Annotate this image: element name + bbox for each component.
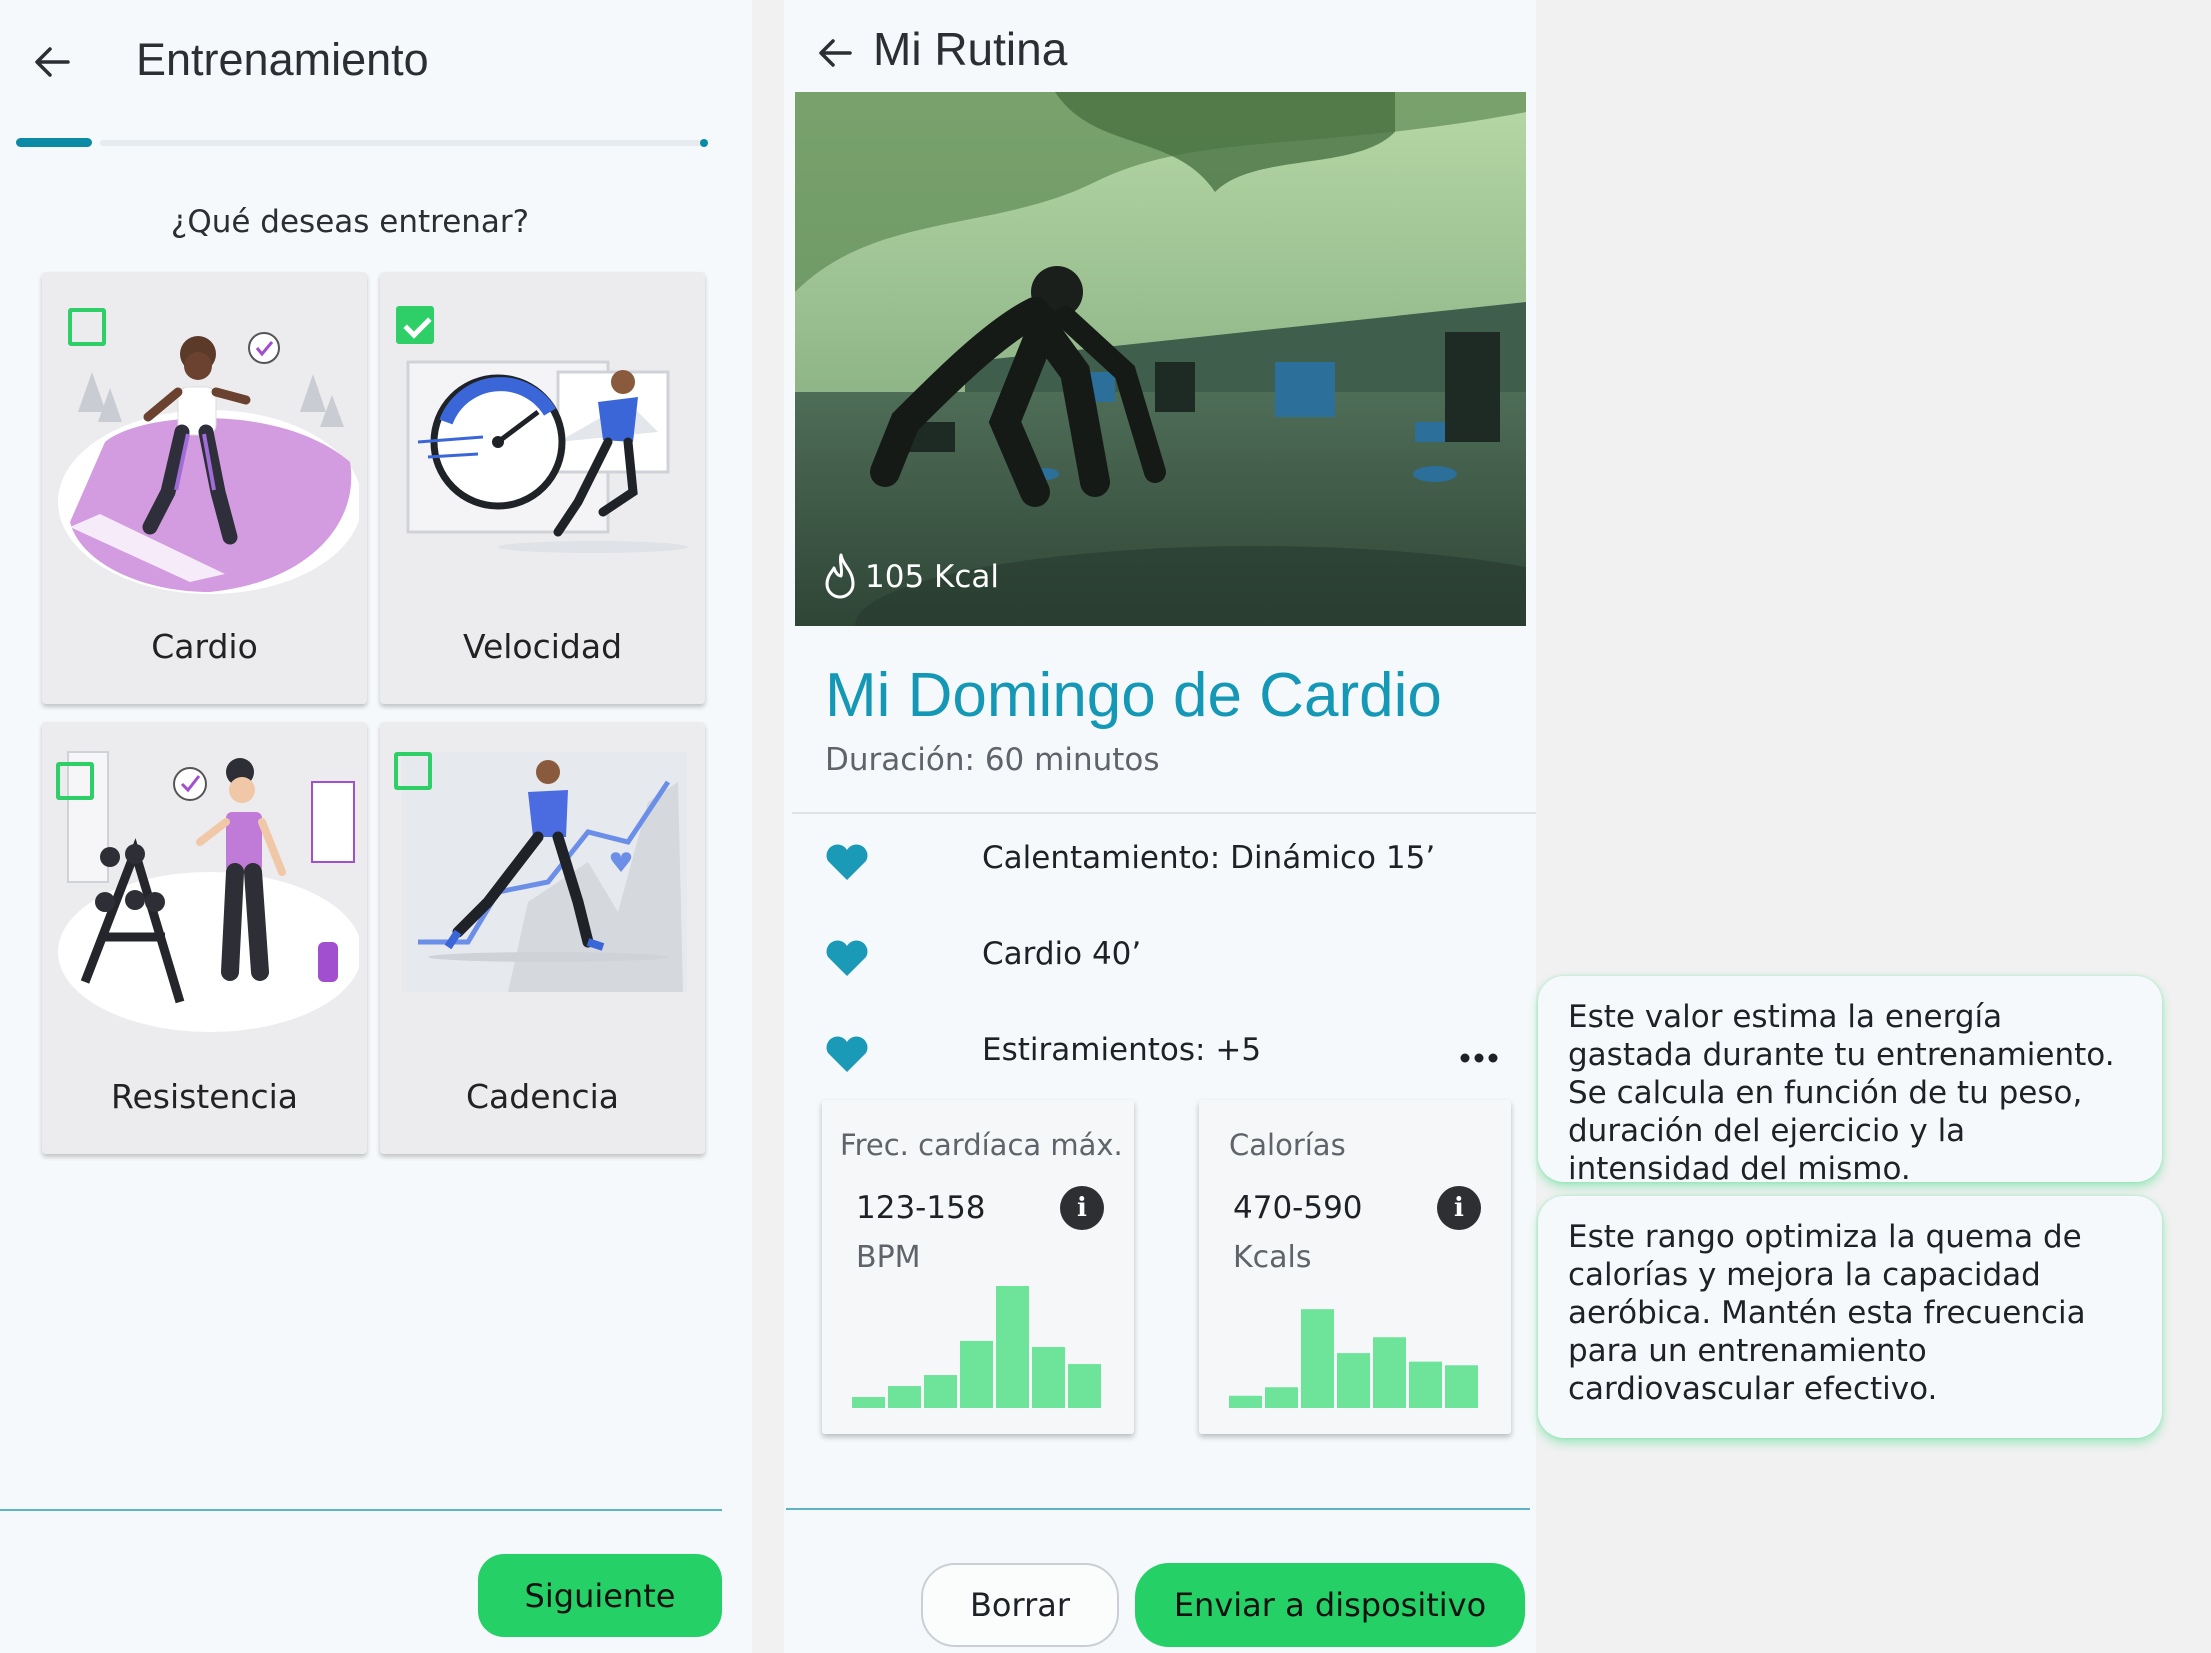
histogram-bar [1265,1387,1298,1408]
option-label-cardio: Cardio [151,627,258,666]
routine-photo: 105 Kcal [795,92,1526,626]
heart-icon [826,844,868,880]
delete-button[interactable]: Borrar [921,1563,1119,1647]
routine-item: Estiramientos: +5 [824,1028,1504,1076]
routine-item-text: Cardio 40’ [982,936,1142,972]
question-text: ¿Qué deseas entrenar? [170,204,530,240]
histogram-bar [1409,1361,1442,1408]
progress-fill [16,138,92,147]
routine-name: Mi Domingo de Cardio [825,661,1442,730]
stat-unit: Kcals [1233,1240,1312,1275]
routine-duration: Duración: 60 minutos [825,742,1160,778]
page-title: Entrenamiento [136,34,429,85]
training-selection-screen: Entrenamiento ¿Qué deseas entrenar? Card… [0,0,752,1653]
option-checkbox-velocidad[interactable] [396,306,434,344]
back-arrow-icon[interactable] [30,40,74,84]
stat-unit: BPM [856,1240,921,1275]
option-card-cardio[interactable]: Cardio [42,272,367,704]
option-checkbox-resistencia[interactable] [56,762,94,800]
calories-card: Calorías 470-590 Kcals i [1199,1100,1511,1434]
option-card-velocidad[interactable]: Velocidad [380,272,705,704]
histogram-bar [960,1340,993,1408]
option-label-cadencia: Cadencia [466,1077,619,1116]
routine-item: Cardio 40’ [824,932,1504,980]
stat-value: 123-158 [856,1190,986,1226]
heart-icon [826,1036,868,1072]
calories-histogram [1229,1309,1478,1408]
next-button[interactable]: Siguiente [478,1554,722,1637]
histogram-bar [1032,1347,1065,1408]
speed-illustration [406,360,688,553]
option-checkbox-cardio[interactable] [68,308,106,346]
heart-rate-histogram [852,1286,1101,1408]
histogram-bar [1337,1353,1370,1408]
histogram-bar [888,1386,921,1408]
histogram-bar [1229,1395,1262,1408]
heart-rate-info-tooltip: Este rango optimiza la quema de calorías… [1538,1196,2162,1438]
option-card-resistencia[interactable]: Resistencia [42,722,367,1154]
workout-image [795,92,1526,626]
histogram-bar [1068,1364,1101,1408]
option-label-velocidad: Velocidad [462,627,623,666]
heart-rate-card: Frec. cardíaca máx. 123-158 BPM i [822,1100,1134,1434]
option-label-resistencia: Resistencia [111,1077,298,1116]
resistance-illustration [58,751,359,1032]
info-icon[interactable]: i [1437,1186,1481,1230]
routine-detail-screen: Mi Rutina 105 Kcal Mi Domingo de Cardio … [784,0,1536,1653]
heart-icon [826,940,868,976]
histogram-bar [1373,1337,1406,1408]
footer-divider [0,1509,722,1511]
histogram-bar [852,1397,885,1408]
page-title: Mi Rutina [873,23,1068,75]
option-checkbox-cadencia[interactable] [394,752,432,790]
send-to-device-button[interactable]: Enviar a dispositivo [1135,1563,1525,1647]
flame-icon [825,553,855,599]
progress-bar [16,138,712,148]
section-divider [792,812,1536,814]
calories-info-tooltip: Este valor estima la energía gastada dur… [1538,976,2162,1187]
stat-value: 470-590 [1233,1190,1363,1226]
option-card-cadencia[interactable]: Cadencia [380,722,705,1154]
progress-end-dot [700,139,708,147]
calories-value: 105 Kcal [865,559,1000,595]
histogram-bar [996,1286,1029,1408]
footer-divider [786,1508,1530,1510]
routine-item-text: Estiramientos: +5 [982,1032,1262,1068]
info-icon[interactable]: i [1060,1186,1104,1230]
stat-label: Frec. cardíaca máx. [840,1128,1123,1162]
calories-badge: 105 Kcal [821,552,999,602]
routine-item-text: Calentamiento: Dinámico 15’ [982,840,1436,876]
histogram-bar [1445,1365,1478,1408]
stat-label: Calorías [1229,1128,1346,1162]
back-arrow-icon[interactable] [814,32,856,74]
histogram-bar [1301,1309,1334,1408]
cadence-illustration [402,752,687,992]
routine-item: Calentamiento: Dinámico 15’ [824,836,1504,884]
more-horizontal-icon[interactable] [1459,1050,1499,1069]
progress-track [100,140,705,146]
histogram-bar [924,1375,957,1408]
